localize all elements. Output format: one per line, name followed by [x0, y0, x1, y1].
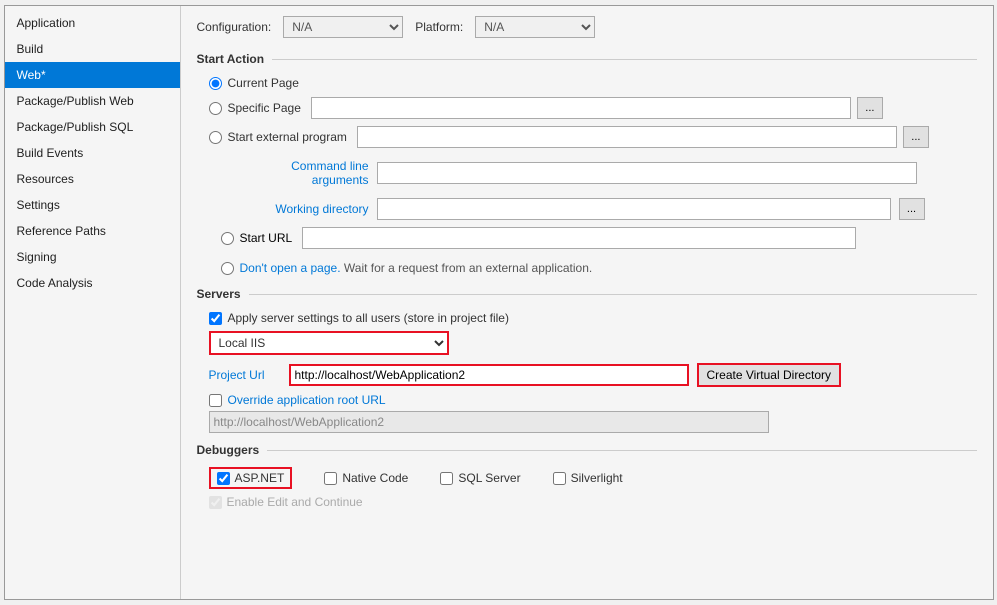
- platform-select[interactable]: N/A: [475, 16, 595, 38]
- dont-open-row: Don't open a page. Wait for a request fr…: [221, 261, 977, 275]
- start-action-title: Start Action: [197, 52, 265, 66]
- create-virtual-directory-button[interactable]: Create Virtual Directory: [697, 363, 842, 387]
- sidebar-item-build[interactable]: Build: [5, 36, 180, 62]
- working-dir-label: Working directory: [233, 202, 369, 216]
- start-external-browse-btn[interactable]: ...: [903, 126, 929, 148]
- dont-open-label: Don't open a page. Wait for a request fr…: [240, 261, 593, 275]
- debuggers-header: Debuggers: [197, 443, 977, 457]
- specific-page-label: Specific Page: [228, 101, 301, 115]
- override-row: Override application root URL: [209, 393, 977, 407]
- servers-title: Servers: [197, 287, 241, 301]
- specific-page-input[interactable]: [311, 97, 851, 119]
- servers-divider: [249, 294, 977, 295]
- dont-open-radio[interactable]: [221, 262, 234, 275]
- sql-server-label: SQL Server: [458, 471, 520, 485]
- working-dir-input[interactable]: [377, 198, 891, 220]
- apply-server-row: Apply server settings to all users (stor…: [209, 311, 977, 325]
- dont-open-sub: Wait for a request from an external appl…: [344, 261, 592, 275]
- start-action-options: Current Page Specific Page ... Start ext…: [209, 76, 977, 275]
- configuration-label: Configuration:: [197, 20, 272, 34]
- start-url-radio[interactable]: [221, 232, 234, 245]
- aspnet-label: ASP.NET: [235, 471, 285, 485]
- aspnet-box: ASP.NET: [209, 467, 293, 489]
- sidebar-item-code-analysis[interactable]: Code Analysis: [5, 270, 180, 296]
- current-page-radio[interactable]: [209, 77, 222, 90]
- platform-label: Platform:: [415, 20, 463, 34]
- native-code-checkbox[interactable]: [324, 472, 337, 485]
- start-external-radio[interactable]: [209, 131, 222, 144]
- silverlight-item: Silverlight: [553, 471, 623, 485]
- override-checkbox[interactable]: [209, 394, 222, 407]
- servers-section: Servers Apply server settings to all use…: [197, 287, 977, 433]
- project-url-label: Project Url: [209, 368, 281, 382]
- sidebar-item-package-publish-sql[interactable]: Package/Publish SQL: [5, 114, 180, 140]
- command-line-row: Command line arguments: [233, 159, 977, 187]
- current-page-row: Current Page: [209, 76, 977, 90]
- start-url-input[interactable]: [302, 227, 856, 249]
- silverlight-label: Silverlight: [571, 471, 623, 485]
- sidebar-item-settings[interactable]: Settings: [5, 192, 180, 218]
- configuration-select[interactable]: N/A: [283, 16, 403, 38]
- project-url-input[interactable]: [289, 364, 689, 386]
- debuggers-divider: [267, 450, 976, 451]
- servers-header: Servers: [197, 287, 977, 301]
- sidebar-item-package-publish-web[interactable]: Package/Publish Web: [5, 88, 180, 114]
- sidebar-item-application[interactable]: Application: [5, 10, 180, 36]
- start-external-label: Start external program: [228, 130, 347, 144]
- debuggers-title: Debuggers: [197, 443, 260, 457]
- sidebar-item-build-events[interactable]: Build Events: [5, 140, 180, 166]
- enable-edit-checkbox[interactable]: [209, 496, 222, 509]
- aspnet-checkbox[interactable]: [217, 472, 230, 485]
- start-external-row: Start external program ...: [209, 126, 977, 148]
- project-url-row: Project Url Create Virtual Directory: [209, 363, 977, 387]
- start-action-header: Start Action: [197, 52, 977, 66]
- server-select[interactable]: Local IIS IIS Express Custom Web Server: [209, 331, 449, 355]
- command-line-input[interactable]: [377, 162, 917, 184]
- top-bar: Configuration: N/A Platform: N/A: [197, 16, 977, 38]
- debuggers-row: ASP.NET Native Code SQL Server Silverlig…: [209, 467, 977, 489]
- sql-server-checkbox[interactable]: [440, 472, 453, 485]
- working-dir-row: Working directory ...: [233, 198, 977, 220]
- start-external-input[interactable]: [357, 126, 897, 148]
- specific-page-browse-btn[interactable]: ...: [857, 97, 883, 119]
- enable-edit-label: Enable Edit and Continue: [227, 495, 363, 509]
- specific-page-radio[interactable]: [209, 102, 222, 115]
- sidebar-item-web[interactable]: Web*: [5, 62, 180, 88]
- dont-open-text: Don't open a page.: [240, 261, 341, 275]
- start-url-label: Start URL: [240, 231, 293, 245]
- silverlight-checkbox[interactable]: [553, 472, 566, 485]
- command-line-label: Command line arguments: [233, 159, 369, 187]
- apply-server-label: Apply server settings to all users (stor…: [228, 311, 509, 325]
- sidebar-item-resources[interactable]: Resources: [5, 166, 180, 192]
- server-dropdown-row: Local IIS IIS Express Custom Web Server: [209, 331, 977, 355]
- sidebar-item-reference-paths[interactable]: Reference Paths: [5, 218, 180, 244]
- enable-edit-row: Enable Edit and Continue: [209, 495, 977, 509]
- sidebar-item-signing[interactable]: Signing: [5, 244, 180, 270]
- working-dir-browse-btn[interactable]: ...: [899, 198, 925, 220]
- main-content: Configuration: N/A Platform: N/A Start A…: [181, 6, 993, 599]
- apply-server-checkbox[interactable]: [209, 312, 222, 325]
- current-page-label: Current Page: [228, 76, 299, 90]
- sidebar: Application Build Web* Package/Publish W…: [5, 6, 181, 599]
- native-code-label: Native Code: [342, 471, 408, 485]
- override-label: Override application root URL: [228, 393, 386, 407]
- sql-server-item: SQL Server: [440, 471, 520, 485]
- specific-page-row: Specific Page ...: [209, 97, 977, 119]
- start-url-row: Start URL: [221, 227, 977, 249]
- app-root-input: [209, 411, 769, 433]
- debuggers-section: Debuggers ASP.NET Native Code SQL Serve: [197, 443, 977, 509]
- native-code-item: Native Code: [324, 471, 408, 485]
- start-action-divider: [272, 59, 976, 60]
